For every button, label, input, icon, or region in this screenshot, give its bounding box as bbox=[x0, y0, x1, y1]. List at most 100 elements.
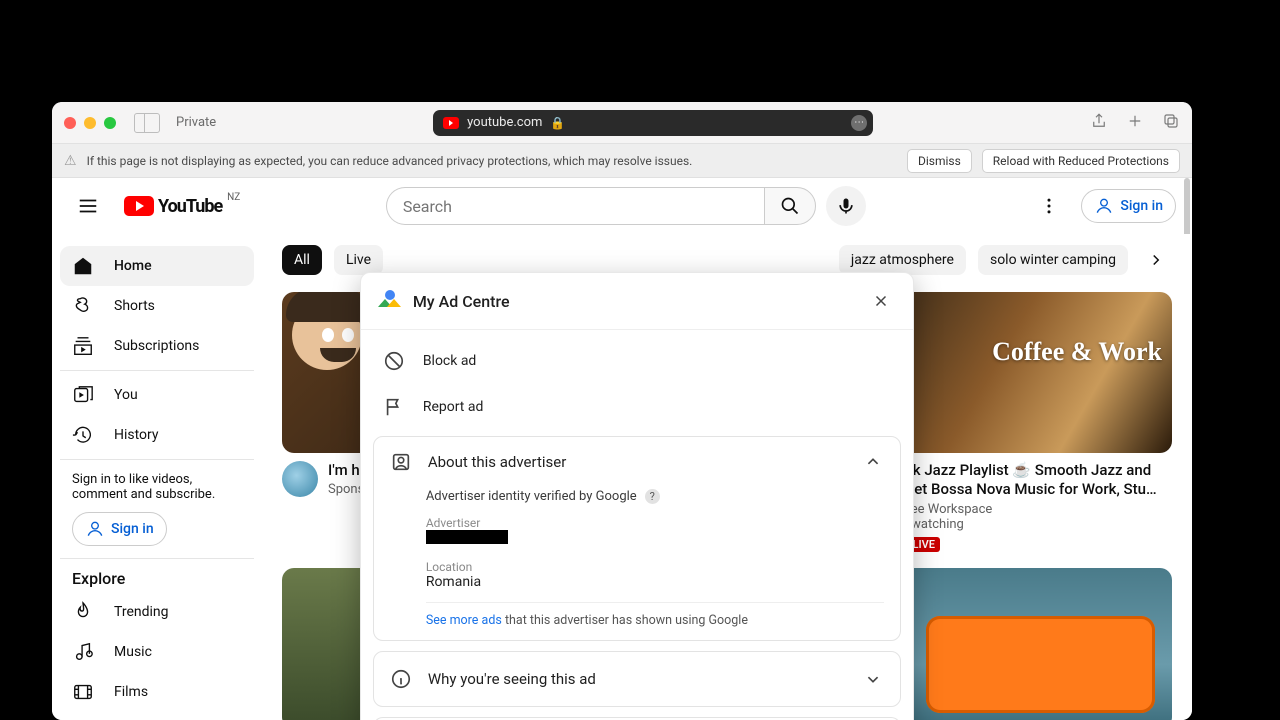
signin-prompt-text: Sign in to like videos, comment and subs… bbox=[72, 472, 242, 502]
subscriptions-icon bbox=[72, 335, 94, 357]
help-icon[interactable]: ? bbox=[645, 489, 660, 504]
chevron-up-icon bbox=[862, 451, 884, 473]
site-favicon-icon bbox=[443, 117, 459, 129]
section-title: Why you're seeing this ad bbox=[428, 670, 596, 688]
sidebar-item-label: Music bbox=[114, 644, 152, 660]
search-button[interactable] bbox=[764, 187, 816, 225]
youtube-logo-text: YouTube bbox=[158, 196, 222, 217]
sidebar-item-label: Films bbox=[114, 684, 148, 700]
channel-avatar[interactable] bbox=[282, 461, 318, 497]
search-input[interactable] bbox=[386, 187, 764, 225]
safari-sidebar-toggle[interactable] bbox=[134, 113, 160, 133]
about-advertiser-card: About this advertiser Advertiser identit… bbox=[373, 436, 901, 641]
sidebar-item-label: History bbox=[114, 427, 159, 443]
close-button[interactable] bbox=[867, 287, 895, 315]
trending-icon bbox=[72, 601, 94, 623]
flag-icon bbox=[383, 396, 405, 418]
see-more-ads-row: See more ads that this advertiser has sh… bbox=[426, 613, 884, 628]
signin-label: Sign in bbox=[111, 521, 154, 537]
close-window-button[interactable] bbox=[64, 117, 76, 129]
library-icon bbox=[72, 384, 94, 406]
guide-menu-button[interactable] bbox=[68, 186, 108, 226]
search-form bbox=[386, 186, 866, 226]
youtube-header: YouTube NZ bbox=[52, 178, 1192, 234]
block-ad-button[interactable]: Block ad bbox=[373, 338, 901, 384]
search-icon bbox=[780, 196, 800, 216]
share-icon[interactable] bbox=[1090, 112, 1108, 134]
voice-search-button[interactable] bbox=[826, 186, 866, 226]
sidebar-item-gaming[interactable]: Gaming bbox=[60, 712, 254, 720]
settings-menu-button[interactable] bbox=[1029, 186, 1069, 226]
thumbnail-overlay-text: Coffee & Work bbox=[992, 337, 1162, 367]
report-ad-button[interactable]: Report ad bbox=[373, 384, 901, 430]
chip-all[interactable]: All bbox=[282, 245, 322, 275]
why-seeing-ad-toggle[interactable]: Why you're seeing this ad bbox=[373, 651, 901, 707]
video-card[interactable]: Coffee & Work Work Jazz Playlist ☕ Smoot… bbox=[886, 292, 1172, 552]
private-browsing-label: Private bbox=[176, 115, 216, 130]
user-icon bbox=[1094, 196, 1114, 216]
user-icon bbox=[85, 519, 105, 539]
privacy-notice-text: If this page is not displaying as expect… bbox=[87, 154, 693, 168]
sidebar-item-films[interactable]: Films bbox=[60, 672, 254, 712]
sidebar: Home Shorts Subscriptions You bbox=[52, 234, 262, 720]
address-bar[interactable]: youtube.com 🔒 ⋯ bbox=[433, 110, 873, 136]
advertiser-label: Advertiser bbox=[426, 516, 884, 530]
chip-camping[interactable]: solo winter camping bbox=[978, 245, 1128, 275]
explore-heading: Explore bbox=[60, 559, 254, 592]
privacy-notice-bar: ⚠︎ If this page is not displaying as exp… bbox=[52, 144, 1192, 178]
chevron-right-icon bbox=[1147, 251, 1165, 269]
redacted-advertiser-name bbox=[426, 530, 508, 544]
action-label: Block ad bbox=[423, 353, 477, 369]
music-icon bbox=[72, 641, 94, 663]
video-thumbnail[interactable] bbox=[886, 568, 1172, 720]
sidebar-item-home[interactable]: Home bbox=[60, 246, 254, 286]
page-settings-icon[interactable]: ⋯ bbox=[851, 115, 867, 131]
youtube-logo[interactable]: YouTube NZ bbox=[124, 196, 222, 217]
action-label: Report ad bbox=[423, 399, 484, 415]
ad-centre-logo-icon bbox=[379, 290, 401, 312]
sidebar-item-label: Trending bbox=[114, 604, 169, 620]
sidebar-item-shorts[interactable]: Shorts bbox=[60, 286, 254, 326]
home-icon bbox=[72, 255, 94, 277]
video-stats: 835 watching bbox=[886, 517, 1172, 532]
modal-header: My Ad Centre bbox=[361, 273, 913, 330]
location-label: Location bbox=[426, 560, 884, 574]
video-thumbnail[interactable]: Coffee & Work bbox=[886, 292, 1172, 453]
sidebar-item-you[interactable]: You bbox=[60, 375, 254, 415]
block-icon bbox=[383, 350, 405, 372]
chip-live[interactable]: Live bbox=[334, 245, 383, 275]
video-card[interactable] bbox=[886, 568, 1172, 720]
ad-centre-modal: My Ad Centre Block ad Report ad A bbox=[360, 272, 914, 720]
chip-jazz[interactable]: jazz atmosphere bbox=[839, 245, 966, 275]
fullscreen-window-button[interactable] bbox=[104, 117, 116, 129]
youtube-logo-icon bbox=[124, 196, 154, 216]
modal-title: My Ad Centre bbox=[413, 292, 510, 311]
new-tab-icon[interactable] bbox=[1126, 112, 1144, 134]
dismiss-button[interactable]: Dismiss bbox=[907, 149, 972, 173]
minimize-window-button[interactable] bbox=[84, 117, 96, 129]
header-signin-button[interactable]: Sign in bbox=[1081, 189, 1176, 223]
lock-icon: 🔒 bbox=[550, 116, 565, 130]
info-icon bbox=[390, 668, 412, 690]
sidebar-item-subscriptions[interactable]: Subscriptions bbox=[60, 326, 254, 366]
sidebar-item-label: Shorts bbox=[114, 298, 155, 314]
address-bar-url: youtube.com bbox=[467, 115, 542, 130]
tab-overview-icon[interactable] bbox=[1162, 112, 1180, 134]
kebab-icon bbox=[1039, 196, 1059, 216]
chip-scroll-right[interactable] bbox=[1140, 244, 1172, 276]
signin-label: Sign in bbox=[1120, 198, 1163, 214]
video-channel: Coffee Workspace bbox=[886, 502, 1172, 517]
reload-reduced-button[interactable]: Reload with Reduced Protections bbox=[982, 149, 1180, 173]
films-icon bbox=[72, 681, 94, 703]
sidebar-item-history[interactable]: History bbox=[60, 415, 254, 455]
sidebar-item-trending[interactable]: Trending bbox=[60, 592, 254, 632]
about-advertiser-toggle[interactable]: About this advertiser bbox=[374, 437, 900, 487]
sidebar-signin-button[interactable]: Sign in bbox=[72, 512, 167, 546]
safari-toolbar: Private youtube.com 🔒 ⋯ bbox=[52, 102, 1192, 144]
see-more-ads-link[interactable]: See more ads bbox=[426, 613, 502, 628]
location-value: Romania bbox=[426, 574, 884, 590]
advertiser-icon bbox=[390, 451, 412, 473]
sidebar-item-music[interactable]: Music bbox=[60, 632, 254, 672]
advertiser-value bbox=[426, 530, 884, 548]
sidebar-item-label: Subscriptions bbox=[114, 338, 199, 354]
